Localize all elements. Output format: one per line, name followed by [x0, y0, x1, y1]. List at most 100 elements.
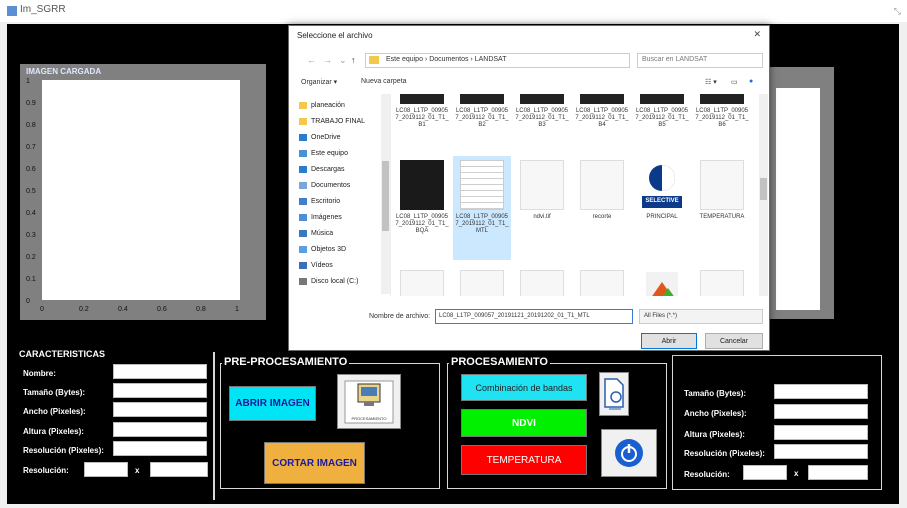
- resolution-x-field[interactable]: [84, 462, 128, 477]
- width-field[interactable]: [113, 402, 207, 417]
- file-item[interactable]: [693, 266, 751, 296]
- open-button[interactable]: Abrir: [641, 333, 697, 349]
- nav-item-label: Escritorio: [311, 198, 341, 205]
- text-file-icon: [460, 160, 504, 210]
- file-item[interactable]: TEMPERATURA: [693, 156, 751, 260]
- y-tick-label: 0.7: [26, 144, 36, 151]
- resolution-px-field[interactable]: [113, 441, 207, 456]
- document-icon: [604, 378, 624, 410]
- preview-pane-icon[interactable]: ▭: [731, 78, 738, 86]
- file-item[interactable]: LC08_L1TP_009057_2019112_01_T1_B4: [573, 94, 631, 154]
- file-item[interactable]: LC08_L1TP_009057_2019112_01_T1_B3: [513, 94, 571, 154]
- dialog-close-button[interactable]: ✕: [753, 29, 761, 40]
- image-thumbnail: [400, 160, 444, 210]
- height-label: Altura (Pixeles):: [23, 427, 84, 436]
- result-width-label: Ancho (Pixeles):: [684, 409, 747, 418]
- result-size-field[interactable]: [774, 384, 868, 399]
- open-image-button[interactable]: ABRIR IMAGEN: [229, 386, 316, 421]
- nav-item[interactable]: Disco local (C:): [299, 278, 358, 285]
- result-resolution-x-field[interactable]: [743, 465, 787, 480]
- nav-item[interactable]: OneDrive: [299, 134, 341, 141]
- height-field[interactable]: [113, 422, 207, 437]
- cancel-button[interactable]: Cancelar: [705, 333, 763, 349]
- blank-file-icon: [580, 160, 624, 210]
- files-scroll-thumb[interactable]: [760, 178, 767, 200]
- ndvi-button[interactable]: NDVI: [461, 409, 587, 437]
- image-thumbnail: [700, 94, 744, 104]
- nav-item[interactable]: Objetos 3D: [299, 246, 346, 253]
- videos-icon: [299, 262, 307, 269]
- blank-file-icon: [700, 270, 744, 296]
- nav-item[interactable]: Escritorio: [299, 198, 340, 205]
- cloud-icon: [299, 134, 307, 141]
- organize-menu[interactable]: Organizar ▾: [301, 78, 337, 86]
- nav-item-label: Imágenes: [311, 214, 342, 221]
- x-tick-label: 0.8: [196, 306, 206, 313]
- result-resolution-y-field[interactable]: [808, 465, 868, 480]
- file-item[interactable]: recorte: [573, 156, 631, 260]
- filetype-select[interactable]: All Files (*.*): [639, 309, 763, 324]
- nav-item[interactable]: TRABAJO FINAL: [299, 118, 365, 125]
- x-tick-label: 1: [235, 306, 239, 313]
- size-field[interactable]: [113, 383, 207, 398]
- preprocessing-icon-caption: PROCESAMIENTO: [351, 416, 387, 421]
- resolution-y-field[interactable]: [150, 462, 208, 477]
- nav-item[interactable]: Imágenes: [299, 214, 342, 221]
- file-item[interactable]: LC08_L1TP_009057_2019112_01_T1_B1: [393, 94, 451, 154]
- file-item[interactable]: ndvi.tif: [513, 156, 571, 260]
- file-name: TEMPERATURA: [699, 214, 745, 220]
- forward-icon[interactable]: →: [323, 55, 332, 65]
- pictures-icon: [299, 214, 307, 221]
- recent-dropdown-icon[interactable]: ⌄: [339, 55, 347, 66]
- file-item[interactable]: [393, 266, 451, 296]
- nav-item[interactable]: Documentos: [299, 182, 350, 189]
- result-height-field[interactable]: [774, 425, 868, 440]
- file-item[interactable]: LC08_L1TP_009057_2019112_01_T1_B5: [633, 94, 691, 154]
- file-item[interactable]: LC08_L1TP_009057_2019112_01_T1_BQA: [393, 156, 451, 260]
- address-bar[interactable]: Este equipo › Documentos › LANDSAT: [365, 53, 630, 68]
- image-thumbnail: [640, 94, 684, 104]
- result-height-label: Altura (Pixeles):: [684, 430, 745, 439]
- file-item[interactable]: LC08_L1TP_009057_2019112_01_T1_MTL: [453, 156, 511, 260]
- result-resolution-px-field[interactable]: [774, 444, 868, 459]
- result-resolution-px-label: Resolución (Pixeles):: [684, 449, 765, 458]
- power-button[interactable]: [601, 429, 657, 477]
- band-combination-button[interactable]: Combinación de bandas: [461, 374, 587, 401]
- file-item[interactable]: LC08_L1TP_009057_2019112_01_T1_B2: [453, 94, 511, 154]
- download-icon: [299, 166, 307, 173]
- search-input[interactable]: Buscar en LANDSAT: [637, 53, 763, 68]
- blank-file-icon: [580, 270, 624, 296]
- document-export-button[interactable]: [599, 372, 629, 416]
- nav-scroll-thumb[interactable]: [382, 161, 389, 231]
- filename-input[interactable]: LC08_L1TP_009057_20191121_20191202_01_T1…: [435, 309, 633, 324]
- file-item[interactable]: [513, 266, 571, 296]
- result-width-field[interactable]: [774, 404, 868, 419]
- nav-item[interactable]: planeación: [299, 102, 345, 109]
- back-icon[interactable]: ←: [307, 55, 316, 65]
- new-folder-button[interactable]: Nueva carpeta: [361, 78, 407, 85]
- file-item[interactable]: [453, 266, 511, 296]
- blank-file-icon: [700, 160, 744, 210]
- view-options-icon[interactable]: ☷ ▾: [705, 78, 717, 86]
- resize-grip-icon[interactable]: ⤡: [894, 6, 901, 17]
- y-tick-label: 1: [26, 78, 30, 85]
- file-item[interactable]: [633, 266, 691, 296]
- nav-item[interactable]: Descargas: [299, 166, 344, 173]
- up-folder-icon[interactable]: ↑: [351, 55, 356, 65]
- file-item[interactable]: LC08_L1TP_009057_2019112_01_T1_B6: [693, 94, 751, 154]
- file-item[interactable]: SELECTIVE PRINCIPAL: [633, 156, 691, 260]
- file-item[interactable]: [573, 266, 631, 296]
- nav-item[interactable]: Este equipo: [299, 150, 348, 157]
- app-window: Im_SGRR ⤡ IMAGEN CARGADA 1 0.9 0.8 0.7 0.6 0.…: [0, 0, 907, 508]
- file-name: LC08_L1TP_009057_2019112_01_T1_B4: [575, 108, 629, 128]
- nav-item[interactable]: Música: [299, 230, 333, 237]
- x-tick-label: 0.4: [118, 306, 128, 313]
- blank-file-icon: [520, 160, 564, 210]
- temperature-button[interactable]: TEMPERATURA: [461, 445, 587, 475]
- help-icon[interactable]: ●: [749, 78, 753, 85]
- name-field[interactable]: [113, 364, 207, 379]
- file-grid: LC08_L1TP_009057_2019112_01_T1_B1 LC08_L1…: [393, 94, 757, 296]
- image-thumbnail: [640, 268, 684, 296]
- crop-image-button[interactable]: CORTAR IMAGEN: [264, 442, 365, 484]
- nav-item[interactable]: Vídeos: [299, 262, 333, 269]
